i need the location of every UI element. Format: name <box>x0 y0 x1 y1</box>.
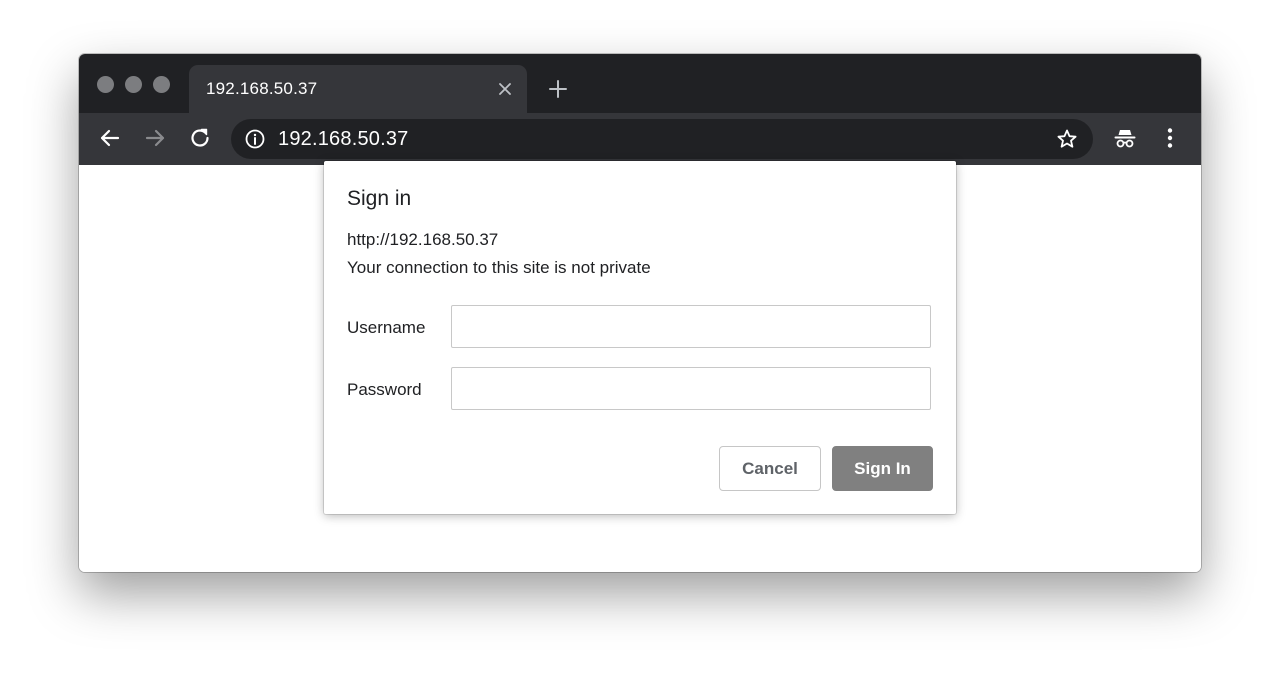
arrow-right-icon[interactable] <box>142 125 168 151</box>
sign-in-button[interactable]: Sign In <box>832 446 933 491</box>
username-field[interactable] <box>451 305 931 348</box>
address-bar[interactable]: 192.168.50.37 <box>231 119 1093 159</box>
dialog-warning: Your connection to this site is not priv… <box>347 258 651 277</box>
close-icon[interactable] <box>496 80 514 98</box>
reload-icon[interactable] <box>187 125 213 151</box>
more-vert-icon[interactable] <box>1157 125 1183 151</box>
sign-in-dialog: Sign in http://192.168.50.37 Your connec… <box>324 161 956 514</box>
tab-active[interactable]: 192.168.50.37 <box>189 65 527 113</box>
password-label: Password <box>347 380 422 399</box>
cancel-button[interactable]: Cancel <box>719 446 821 491</box>
toolbar: 192.168.50.37 <box>79 113 1201 165</box>
close-window-button[interactable] <box>97 76 114 93</box>
info-icon[interactable] <box>244 128 266 150</box>
minimize-window-button[interactable] <box>125 76 142 93</box>
arrow-left-icon[interactable] <box>97 125 123 151</box>
tab-strip: 192.168.50.37 <box>79 54 1201 113</box>
plus-icon[interactable] <box>547 78 569 100</box>
dialog-title: Sign in <box>347 187 412 210</box>
zoom-window-button[interactable] <box>153 76 170 93</box>
tab-title: 192.168.50.37 <box>206 79 318 98</box>
incognito-icon[interactable] <box>1112 125 1138 151</box>
dialog-origin: http://192.168.50.37 <box>347 230 499 249</box>
password-field[interactable] <box>451 367 931 410</box>
username-label: Username <box>347 318 426 337</box>
star-icon[interactable] <box>1055 127 1079 151</box>
address-bar-url[interactable]: 192.168.50.37 <box>278 128 409 151</box>
screen: 192.168.50.37 192.168.50.37 Sign in http… <box>0 0 1280 677</box>
